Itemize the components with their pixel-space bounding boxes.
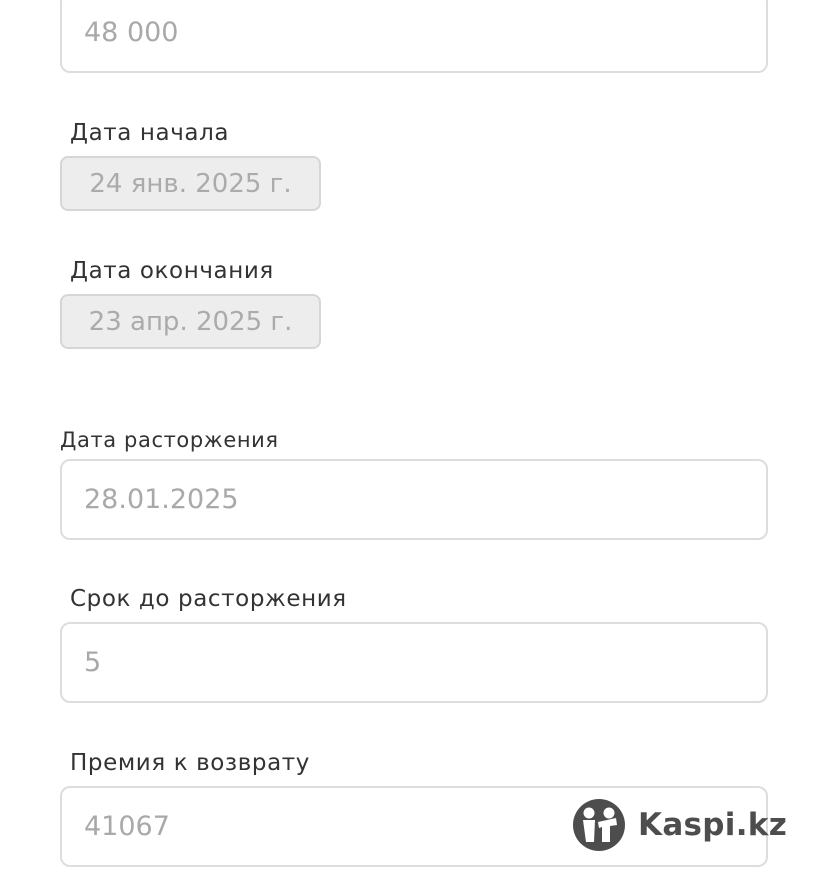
termination-date-label: Дата расторжения (60, 428, 279, 452)
start-date-label: Дата начала (70, 120, 230, 146)
kaspi-watermark: Kaspi.kz (572, 798, 787, 852)
termination-date-value: 28.01.2025 (84, 484, 239, 515)
amount-field[interactable]: 48 000 (60, 0, 768, 73)
end-date-label: Дата окончания (70, 258, 274, 284)
term-until-termination-value: 5 (84, 647, 102, 678)
end-date-field: 23 апр. 2025 г. (60, 294, 321, 349)
start-date-value: 24 янв. 2025 г. (89, 168, 292, 199)
refund-premium-value: 41067 (84, 811, 170, 842)
page: 48 000 Дата начала 24 янв. 2025 г. Дата … (0, 0, 828, 888)
start-date-field: 24 янв. 2025 г. (60, 156, 321, 211)
kaspi-logo-icon (573, 799, 625, 851)
amount-field-value: 48 000 (84, 17, 179, 48)
term-until-termination-label: Срок до расторжения (70, 586, 347, 612)
termination-date-field[interactable]: 28.01.2025 (60, 459, 768, 540)
end-date-value: 23 апр. 2025 г. (88, 306, 293, 337)
refund-premium-label: Премия к возврату (70, 750, 311, 776)
term-until-termination-field[interactable]: 5 (60, 622, 768, 703)
kaspi-watermark-text: Kaspi.kz (638, 807, 788, 843)
